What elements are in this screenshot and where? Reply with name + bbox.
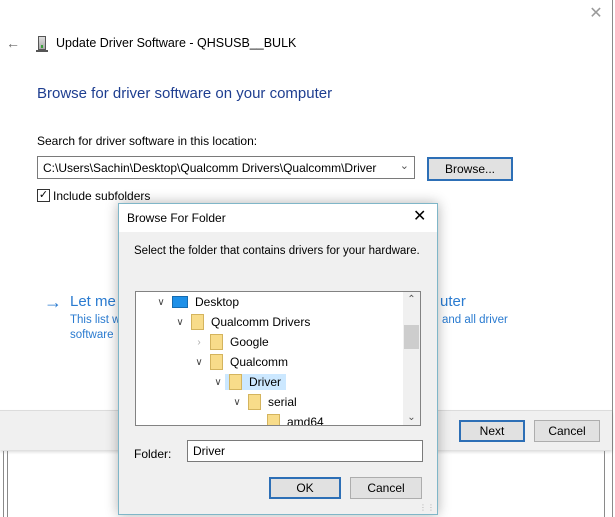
wizard-title: Update Driver Software - QHSUSB__BULK: [56, 36, 297, 50]
include-subfolders-label[interactable]: Include subfolders: [53, 189, 150, 203]
folder-icon: [267, 414, 280, 425]
tree-item-label: Driver: [249, 375, 281, 389]
tree-item[interactable]: ∨ Qualcomm: [192, 352, 290, 372]
arrow-right-icon[interactable]: →: [44, 292, 62, 313]
include-subfolders-checkbox[interactable]: ✓: [37, 189, 50, 202]
window-edge: [612, 0, 613, 517]
tree-item[interactable]: amd64: [249, 412, 326, 426]
scroll-down-icon[interactable]: ⌄: [403, 412, 420, 423]
background-window-edge: [3, 451, 4, 517]
tree-item[interactable]: ∨ serial: [230, 392, 299, 412]
close-icon[interactable]: ✕: [413, 208, 426, 226]
driver-path-combobox[interactable]: C:\Users\Sachin\Desktop\Qualcomm Drivers…: [37, 156, 415, 179]
tree-item-content[interactable]: Desktop: [168, 294, 241, 310]
tree-item[interactable]: › Google: [192, 332, 271, 352]
folder-icon: [248, 394, 261, 410]
tree-item-label: Google: [230, 335, 269, 349]
scroll-up-icon[interactable]: ⌃: [403, 294, 420, 305]
let-me-pick-description-tail: and all driver: [442, 314, 508, 326]
cancel-button[interactable]: Cancel: [534, 420, 600, 442]
usb-device-icon-base: [36, 50, 48, 52]
folder-label: Folder:: [134, 447, 172, 461]
chevron-down-icon[interactable]: ⌄: [400, 159, 409, 172]
page-heading: Browse for driver software on your compu…: [37, 85, 333, 102]
background-window-edge: [604, 451, 605, 517]
tree-item[interactable]: ∨ Driver: [211, 372, 286, 392]
close-icon[interactable]: ✕: [586, 4, 606, 24]
folder-icon: [229, 374, 242, 390]
dialog-cancel-button[interactable]: Cancel: [350, 477, 422, 499]
tree-item-label: serial: [268, 395, 297, 409]
folder-icon: [210, 354, 223, 370]
dialog-message: Select the folder that contains drivers …: [134, 245, 420, 257]
tree-item-content[interactable]: Driver: [225, 374, 286, 390]
desktop-icon: [172, 296, 188, 308]
search-location-label: Search for driver software in this locat…: [37, 134, 258, 148]
folder-icon: [191, 314, 204, 330]
tree-item-label: Qualcomm Drivers: [211, 315, 311, 329]
ok-button[interactable]: OK: [269, 477, 341, 499]
folder-tree[interactable]: amd64 ∨ serial ∨ Driver ∨ Qualcomm › Google ∨ Qual…: [135, 291, 421, 426]
dialog-title: Browse For Folder: [127, 211, 226, 225]
browse-button[interactable]: Browse...: [427, 157, 513, 181]
tree-item-content[interactable]: Google: [206, 334, 271, 350]
resize-grip-icon[interactable]: ⋮⋮: [419, 503, 435, 512]
tree-item-content[interactable]: amd64: [263, 414, 326, 426]
folder-icon: [210, 334, 223, 350]
tree-item[interactable]: ∨ Desktop: [154, 292, 241, 312]
tree-item[interactable]: ∨ Qualcomm Drivers: [173, 312, 312, 332]
tree-item-label: Desktop: [195, 295, 240, 309]
let-me-pick-description-line2: software: [70, 329, 114, 341]
chevron-down-icon[interactable]: ∨: [154, 297, 168, 308]
let-me-pick-link[interactable]: Let me: [70, 293, 116, 310]
tree-item-label: amd64: [287, 415, 324, 426]
let-me-pick-link-tail[interactable]: uter: [440, 293, 466, 310]
next-button[interactable]: Next: [459, 420, 525, 442]
driver-path-value[interactable]: C:\Users\Sachin\Desktop\Qualcomm Drivers…: [43, 161, 376, 175]
folder-input[interactable]: Driver: [187, 440, 423, 462]
chevron-right-icon[interactable]: ›: [192, 337, 206, 348]
dialog-titlebar: Browse For Folder ✕: [119, 204, 437, 232]
scroll-thumb[interactable]: [404, 325, 419, 349]
tree-item-content[interactable]: Qualcomm: [206, 354, 290, 370]
chevron-down-icon[interactable]: ∨: [211, 377, 225, 388]
chevron-down-icon[interactable]: ∨: [230, 397, 244, 408]
usb-device-icon: [38, 36, 46, 50]
background-window-edge: [7, 451, 8, 517]
chevron-down-icon[interactable]: ∨: [173, 317, 187, 328]
vertical-scrollbar[interactable]: ⌃ ⌄: [403, 292, 420, 425]
chevron-down-icon[interactable]: ∨: [192, 357, 206, 368]
browse-for-folder-dialog: Browse For Folder ✕ Select the folder th…: [118, 203, 438, 515]
let-me-pick-description: This list w: [70, 314, 121, 326]
tree-item-content[interactable]: Qualcomm Drivers: [187, 314, 312, 330]
back-arrow-icon[interactable]: ←: [6, 35, 20, 51]
tree-item-content[interactable]: serial: [244, 394, 299, 410]
tree-item-label: Qualcomm: [230, 355, 289, 369]
